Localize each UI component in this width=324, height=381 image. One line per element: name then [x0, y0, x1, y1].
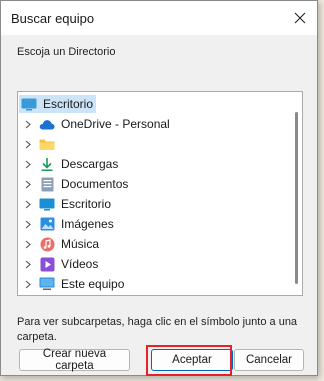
tree-item-escritorio[interactable]: Escritorio	[18, 194, 288, 214]
tree-item-folder[interactable]	[18, 134, 288, 154]
documents-icon	[39, 176, 55, 192]
tree-item-label: Documentos	[61, 177, 129, 191]
tree-item-label: Escritorio	[43, 97, 94, 111]
chevron-right-icon[interactable]	[21, 197, 35, 211]
tree-item-onedrive[interactable]: OneDrive - Personal	[18, 114, 288, 134]
scrollbar-thumb[interactable]	[295, 112, 298, 284]
tree-item-escritorio-root[interactable]: Escritorio	[18, 94, 288, 114]
tree-item-label: OneDrive - Personal	[61, 117, 170, 131]
onedrive-cloud-icon	[39, 116, 55, 132]
cancel-button[interactable]: Cancelar	[234, 349, 304, 371]
tree-item-imagenes[interactable]: Imágenes	[18, 214, 288, 234]
chevron-right-icon[interactable]	[21, 157, 35, 171]
tree-item-label: Descargas	[61, 157, 119, 171]
this-pc-icon	[39, 276, 55, 292]
chevron-right-icon[interactable]	[21, 237, 35, 251]
dialog-title: Buscar equipo	[11, 11, 95, 26]
ok-button[interactable]: Aceptar	[151, 349, 233, 371]
tree-item-label: Este equipo	[61, 277, 125, 291]
folder-tree[interactable]: Escritorio OneDrive - Personal Descargas…	[17, 91, 303, 296]
background-window-strip	[318, 0, 324, 381]
desktop-icon	[39, 196, 55, 212]
close-button[interactable]	[283, 1, 317, 35]
tree-item-musica[interactable]: Música	[18, 234, 288, 254]
buscar-equipo-dialog: Buscar equipo Escoja un Directorio Escri…	[0, 0, 318, 376]
tree-item-label: Imágenes	[61, 217, 114, 231]
chevron-right-icon[interactable]	[21, 217, 35, 231]
tree-item-label: Escritorio	[61, 197, 112, 211]
subfolder-hint: Para ver subcarpetas, haga clic en el sí…	[17, 316, 298, 343]
music-icon	[39, 236, 55, 252]
tree-item-documentos[interactable]: Documentos	[18, 174, 288, 194]
tree-item-label: Vídeos	[61, 257, 99, 271]
directory-prompt: Escoja un Directorio	[17, 46, 116, 58]
tree-item-videos[interactable]: Vídeos	[18, 254, 288, 274]
chevron-right-icon[interactable]	[21, 257, 35, 271]
tree-item-este-equipo[interactable]: Este equipo	[18, 274, 288, 294]
chevron-right-icon[interactable]	[21, 137, 35, 151]
tree-item-label: Música	[61, 237, 100, 251]
close-icon	[294, 12, 306, 24]
videos-icon	[39, 256, 55, 272]
chevron-right-icon[interactable]	[21, 117, 35, 131]
selected-item-box: Escritorio	[19, 95, 97, 113]
chevron-right-icon[interactable]	[21, 177, 35, 191]
desktop-icon	[21, 96, 37, 112]
folder-icon	[39, 136, 55, 152]
chevron-right-icon[interactable]	[21, 277, 35, 291]
new-folder-button[interactable]: Crear nueva carpeta	[19, 348, 130, 372]
tree-scrollbar[interactable]	[292, 96, 300, 291]
title-bar: Buscar equipo	[1, 1, 317, 35]
pictures-icon	[39, 216, 55, 232]
tree-item-descargas[interactable]: Descargas	[18, 154, 288, 174]
downloads-icon	[39, 156, 55, 172]
